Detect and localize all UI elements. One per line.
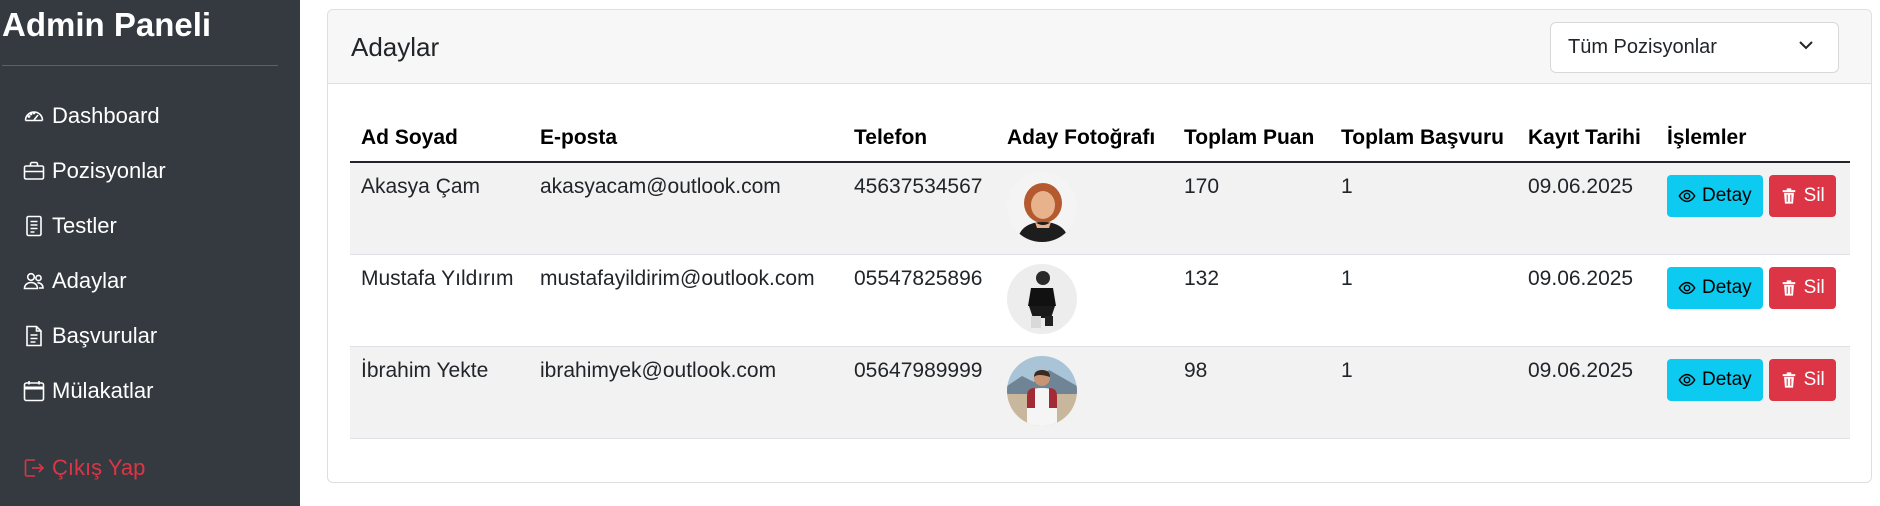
speedometer-icon (22, 104, 46, 128)
candidate-avatar (1007, 172, 1077, 242)
eye-icon (1678, 281, 1696, 294)
cell-date: 09.06.2025 (1517, 162, 1656, 255)
sidebar-item-testler[interactable]: Testler (22, 208, 117, 244)
cell-photo (996, 162, 1173, 255)
candidates-table-wrapper: Ad Soyad E-posta Telefon Aday Fotoğrafı … (350, 115, 1850, 439)
card-header: Adaylar Tüm Pozisyonlar (328, 10, 1871, 84)
cell-name: Mustafa Yıldırım (350, 254, 529, 347)
page-title: Adaylar (351, 32, 440, 62)
cell-score: 98 (1173, 346, 1330, 439)
delete-button[interactable]: Sil (1768, 358, 1836, 401)
delete-button[interactable]: Sil (1768, 175, 1836, 217)
cell-actions: Detay Sil (1656, 254, 1850, 347)
eye-icon (1678, 373, 1696, 386)
column-header-score: Toplam Puan (1173, 115, 1330, 163)
chevron-down-icon (1796, 35, 1816, 60)
position-filter-select[interactable]: Tüm Pozisyonlar (1550, 22, 1839, 73)
sidebar: Admin Paneli Dashboard Pozisyonlar Testl… (0, 0, 300, 506)
candidates-table: Ad Soyad E-posta Telefon Aday Fotoğrafı … (350, 115, 1850, 439)
brand-divider (2, 65, 278, 66)
trash-icon (1782, 188, 1795, 204)
table-header-row: Ad Soyad E-posta Telefon Aday Fotoğrafı … (350, 115, 1850, 163)
table-row: Akasya Çam akasyacam@outlook.com 4563753… (350, 162, 1850, 255)
cell-actions: Detay Sil (1656, 346, 1850, 439)
column-header-date: Kayıt Tarihi (1517, 115, 1656, 163)
cell-photo (996, 254, 1173, 347)
column-header-email: E-posta (529, 115, 843, 163)
cell-applications: 1 (1330, 162, 1517, 255)
column-header-name: Ad Soyad (350, 115, 529, 163)
delete-button-label: Sil (1803, 276, 1825, 298)
sidebar-item-label: Mülakatlar (52, 378, 154, 403)
delete-button[interactable]: Sil (1768, 266, 1836, 309)
cell-date: 09.06.2025 (1517, 346, 1656, 439)
trash-icon (1782, 371, 1795, 388)
cell-actions: Detay Sil (1656, 162, 1850, 255)
sidebar-item-label: Başvurular (52, 323, 158, 348)
detail-button[interactable]: Detay (1667, 266, 1763, 309)
cell-applications: 1 (1330, 346, 1517, 439)
sidebar-item-pozisyonlar[interactable]: Pozisyonlar (22, 153, 166, 189)
calendar-icon (22, 379, 46, 403)
table-row: İbrahim Yekte ibrahimyek@outlook.com 056… (350, 346, 1850, 439)
delete-button-label: Sil (1803, 185, 1825, 206)
candidate-avatar (1007, 263, 1077, 334)
eye-icon (1678, 189, 1696, 203)
cell-email: akasyacam@outlook.com (529, 162, 843, 255)
briefcase-icon (22, 159, 46, 183)
detail-button[interactable]: Detay (1667, 175, 1763, 217)
trash-icon (1782, 279, 1795, 296)
people-icon (22, 269, 46, 293)
cell-photo (996, 346, 1173, 439)
column-header-phone: Telefon (843, 115, 996, 163)
brand-title: Admin Paneli (2, 6, 212, 43)
sidebar-item-mulakatlar[interactable]: Mülakatlar (22, 373, 153, 409)
sidebar-item-adaylar[interactable]: Adaylar (22, 263, 127, 299)
detail-button-label: Detay (1702, 368, 1752, 390)
column-header-photo: Aday Fotoğrafı (996, 115, 1173, 163)
cell-name: İbrahim Yekte (350, 346, 529, 439)
cell-email: ibrahimyek@outlook.com (529, 346, 843, 439)
cell-name: Akasya Çam (350, 162, 529, 255)
sidebar-item-label: Pozisyonlar (52, 158, 166, 183)
cell-email: mustafayildirim@outlook.com (529, 254, 843, 347)
detail-button-label: Detay (1702, 185, 1752, 206)
cell-score: 132 (1173, 254, 1330, 347)
sidebar-item-dashboard[interactable]: Dashboard (22, 98, 160, 134)
cell-phone: 05547825896 (843, 254, 996, 347)
column-header-actions: İşlemler (1656, 115, 1850, 163)
delete-button-label: Sil (1803, 368, 1825, 390)
cell-applications: 1 (1330, 254, 1517, 347)
sidebar-item-basvurular[interactable]: Başvurular (22, 318, 157, 354)
position-filter-value: Tüm Pozisyonlar (1568, 36, 1717, 58)
cell-date: 09.06.2025 (1517, 254, 1656, 347)
logout-button[interactable]: Çıkış Yap (22, 450, 145, 486)
table-row: Mustafa Yıldırım mustafayildirim@outlook… (350, 254, 1850, 347)
sidebar-item-label: Dashboard (52, 103, 160, 128)
sidebar-item-label: Adaylar (52, 268, 127, 293)
candidates-card: Adaylar Tüm Pozisyonlar Ad Soyad E-posta… (327, 9, 1872, 483)
file-text-icon (22, 324, 46, 348)
candidate-avatar (1007, 355, 1077, 426)
column-header-applications: Toplam Başvuru (1330, 115, 1517, 163)
cell-phone: 05647989999 (843, 346, 996, 439)
logout-icon (22, 456, 46, 480)
document-icon (22, 214, 46, 238)
logout-label: Çıkış Yap (52, 455, 146, 480)
detail-button[interactable]: Detay (1667, 358, 1763, 401)
detail-button-label: Detay (1702, 276, 1752, 298)
sidebar-item-label: Testler (52, 213, 117, 238)
cell-phone: 45637534567 (843, 162, 996, 255)
cell-score: 170 (1173, 162, 1330, 255)
